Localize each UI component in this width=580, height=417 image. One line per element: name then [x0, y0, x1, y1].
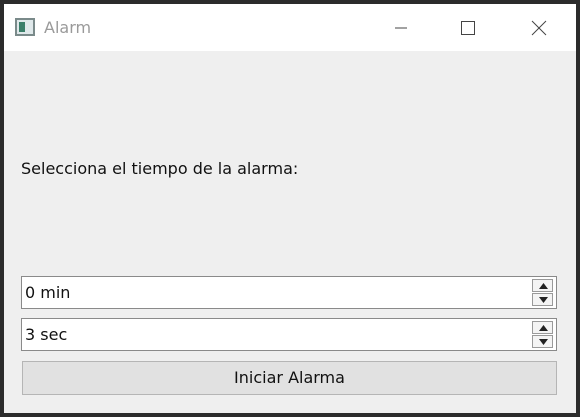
chevron-down-icon — [539, 297, 548, 303]
window-title: Alarm — [44, 18, 92, 37]
minutes-decrease-button[interactable] — [532, 293, 553, 306]
chevron-down-icon — [539, 339, 548, 345]
alarm-time-label: Selecciona el tiempo de la alarma: — [21, 159, 299, 178]
seconds-value[interactable]: 3 sec — [25, 319, 67, 350]
app-window-icon — [15, 18, 35, 36]
seconds-decrease-button[interactable] — [532, 335, 553, 348]
title-bar[interactable]: Alarm — [4, 4, 576, 51]
chevron-up-icon — [539, 325, 548, 331]
close-button[interactable] — [516, 4, 562, 51]
seconds-spinbox[interactable]: 3 sec — [21, 318, 557, 351]
minimize-button[interactable] — [377, 4, 423, 51]
minutes-value[interactable]: 0 min — [25, 277, 70, 308]
minutes-increase-button[interactable] — [532, 279, 553, 292]
close-icon — [531, 20, 547, 36]
seconds-increase-button[interactable] — [532, 321, 553, 334]
minutes-stepper — [532, 279, 553, 306]
chevron-up-icon — [539, 283, 548, 289]
maximize-button[interactable] — [444, 4, 490, 51]
maximize-icon — [461, 21, 475, 35]
seconds-stepper — [532, 321, 553, 348]
alarm-window: Alarm Selecciona el tiempo de la alarma:… — [4, 4, 576, 413]
minutes-spinbox[interactable]: 0 min — [21, 276, 557, 309]
minimize-icon — [395, 27, 407, 29]
start-alarm-button[interactable]: Iniciar Alarma — [22, 361, 557, 395]
